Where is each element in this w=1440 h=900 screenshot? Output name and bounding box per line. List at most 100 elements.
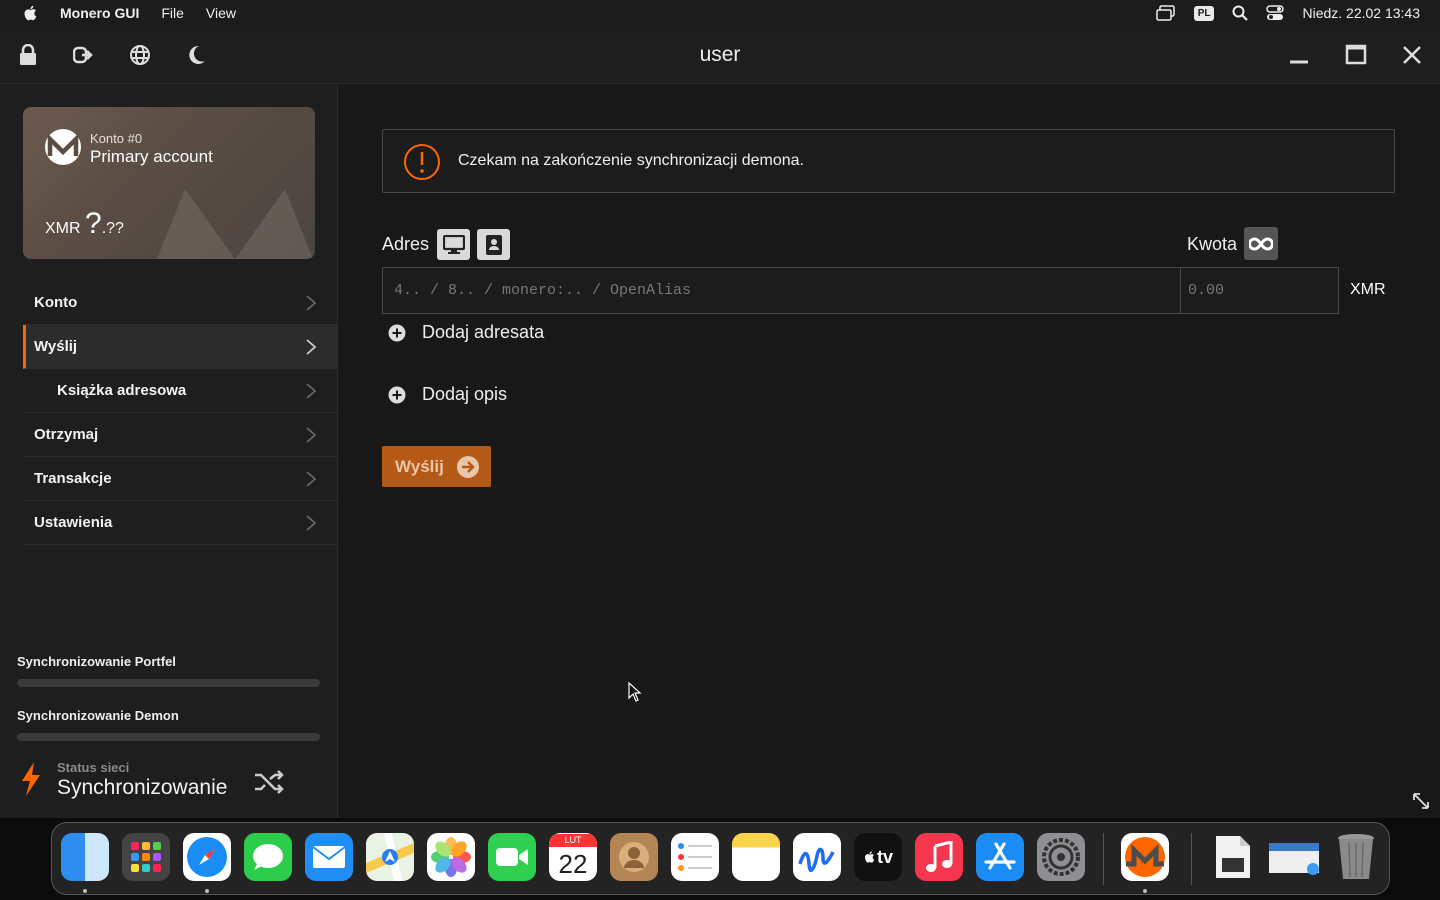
monero-logo-icon — [45, 129, 81, 165]
app-main: Konto #0 Primary account XMR ?.?? Konto … — [0, 84, 1440, 818]
alert-text: Czekam na zakończenie synchronizacji dem… — [458, 152, 804, 169]
nav-item-label: Wyślij — [34, 338, 78, 355]
account-balance: XMR ?.?? — [45, 207, 124, 241]
chevron-right-icon — [306, 515, 317, 531]
nav-item-label: Transakcje — [34, 470, 112, 487]
nav-item-label: Książka adresowa — [57, 382, 187, 399]
nav-item-label: Otrzymaj — [34, 426, 99, 443]
nav-item-ksiazka-adresowa[interactable]: Książka adresowa — [23, 369, 338, 413]
system-settings-icon[interactable] — [1037, 833, 1085, 881]
account-card[interactable]: Konto #0 Primary account XMR ?.?? — [23, 107, 315, 259]
daemon-sync: Synchronizowanie Demon — [17, 708, 320, 741]
chevron-right-icon — [306, 295, 317, 311]
launchpad-icon[interactable] — [122, 833, 170, 881]
messages-icon[interactable] — [244, 833, 292, 881]
send-button-label: Wyślij — [395, 456, 444, 476]
add-description-label: Dodaj opis — [422, 384, 508, 404]
menu-view[interactable]: View — [206, 5, 236, 21]
window-title-bar: user — [0, 26, 1440, 84]
apple-icon[interactable] — [22, 4, 40, 22]
arrow-right-circle-icon — [456, 455, 479, 478]
calendar-icon[interactable]: LUT 22 — [549, 833, 597, 881]
chevron-right-icon — [306, 427, 317, 443]
app-store-icon[interactable] — [976, 833, 1024, 881]
daemon-sync-label: Synchronizowanie Demon — [17, 708, 179, 723]
menu-file[interactable]: File — [161, 5, 184, 21]
dock-area: LUT 22 tv — [0, 818, 1440, 900]
balance-currency: XMR — [45, 220, 81, 237]
apple-tv-label: tv — [876, 846, 893, 867]
facetime-icon[interactable] — [488, 833, 536, 881]
shuffle-icon[interactable] — [254, 770, 284, 794]
daemon-sync-alert: Czekam na zakończenie synchronizacji dem… — [382, 129, 1395, 193]
address-book-monitor-button[interactable] — [437, 229, 470, 260]
menu-app-name[interactable]: Monero GUI — [60, 5, 139, 21]
photos-icon[interactable] — [427, 833, 475, 881]
network-status: Status sieci Synchronizowanie — [20, 756, 320, 806]
minimize-icon[interactable] — [1286, 42, 1312, 68]
wallet-sync-progress-bar — [17, 679, 320, 687]
amount-unit: XMR — [1350, 281, 1386, 298]
spotlight-search-icon[interactable] — [1232, 5, 1249, 21]
add-recipient-label: Dodaj adresata — [422, 322, 545, 342]
menu-bar-status: PL Niedz. 22.02 13:43 — [1155, 0, 1420, 26]
max-amount-button[interactable] — [1244, 227, 1278, 260]
nav-item-wyslij[interactable]: Wyślij — [23, 325, 338, 369]
chevron-right-icon — [306, 383, 317, 399]
reminders-icon[interactable] — [671, 833, 719, 881]
maximize-icon[interactable] — [1343, 42, 1369, 68]
notes-icon[interactable] — [732, 833, 780, 881]
nav-item-label: Ustawienia — [34, 514, 113, 531]
resize-icon[interactable] — [1412, 792, 1430, 810]
network-status-value: Synchronizowanie — [57, 776, 228, 799]
contact-card-icon — [485, 234, 502, 255]
screen-mirroring-icon[interactable] — [1155, 5, 1176, 21]
address-label: Adres — [382, 234, 430, 254]
monero-gui-icon[interactable] — [1121, 833, 1169, 881]
contacts-app-icon[interactable] — [610, 833, 658, 881]
nav-item-transakcje[interactable]: Transakcje — [23, 457, 338, 501]
safari-icon[interactable] — [183, 833, 231, 881]
menu-bar: Monero GUI File View PL Niedz. 22.02 13:… — [0, 0, 1440, 26]
calendar-month: LUT — [549, 833, 597, 847]
calendar-day: 22 — [558, 848, 588, 879]
music-icon[interactable] — [915, 833, 963, 881]
window-title: user — [699, 43, 741, 66]
apple-tv-icon[interactable]: tv — [854, 833, 902, 881]
account-name: Primary account — [90, 147, 213, 166]
account-number: Konto #0 — [90, 131, 143, 146]
maps-icon[interactable] — [366, 833, 414, 881]
warning-icon — [404, 144, 440, 180]
network-status-label: Status sieci — [57, 760, 130, 775]
balance-integer: ? — [85, 207, 102, 240]
nav-item-otrzymaj[interactable]: Otrzymaj — [23, 413, 338, 457]
amount-input[interactable] — [1180, 267, 1339, 314]
lightning-bolt-icon — [22, 762, 40, 796]
dock: LUT 22 tv — [51, 822, 1390, 895]
control-center-icon[interactable] — [1266, 5, 1285, 21]
add-recipient-button[interactable]: Dodaj adresata — [388, 322, 544, 343]
chevron-right-icon — [306, 339, 317, 355]
finder-icon[interactable] — [61, 833, 109, 881]
wallet-sync: Synchronizowanie Portfel — [17, 654, 320, 687]
infinity-icon — [1249, 236, 1273, 251]
mouse-cursor-icon — [628, 682, 642, 702]
document-icon[interactable] — [1209, 833, 1257, 881]
contacts-button[interactable] — [477, 229, 510, 260]
trash-icon[interactable] — [1332, 833, 1380, 881]
balance-fraction: .?? — [101, 220, 124, 237]
plus-circle-icon — [388, 324, 406, 341]
nav-item-ustawienia[interactable]: Ustawienia — [23, 501, 338, 545]
monitor-icon — [442, 234, 465, 254]
freeform-icon[interactable] — [793, 833, 841, 881]
menu-datetime[interactable]: Niedz. 22.02 13:43 — [1302, 5, 1420, 21]
add-description-button[interactable]: Dodaj opis — [388, 384, 507, 405]
send-button[interactable]: Wyślij — [382, 446, 491, 487]
nav-item-konto[interactable]: Konto — [23, 281, 338, 325]
keyboard-layout-badge[interactable]: PL — [1193, 5, 1215, 21]
close-icon[interactable] — [1399, 42, 1425, 68]
address-input[interactable] — [382, 267, 1182, 314]
screenshot-preview-icon[interactable] — [1267, 833, 1323, 881]
mail-icon[interactable] — [305, 833, 353, 881]
side-nav: Konto Wyślij Książka adresowa Otrzymaj T… — [23, 281, 338, 545]
